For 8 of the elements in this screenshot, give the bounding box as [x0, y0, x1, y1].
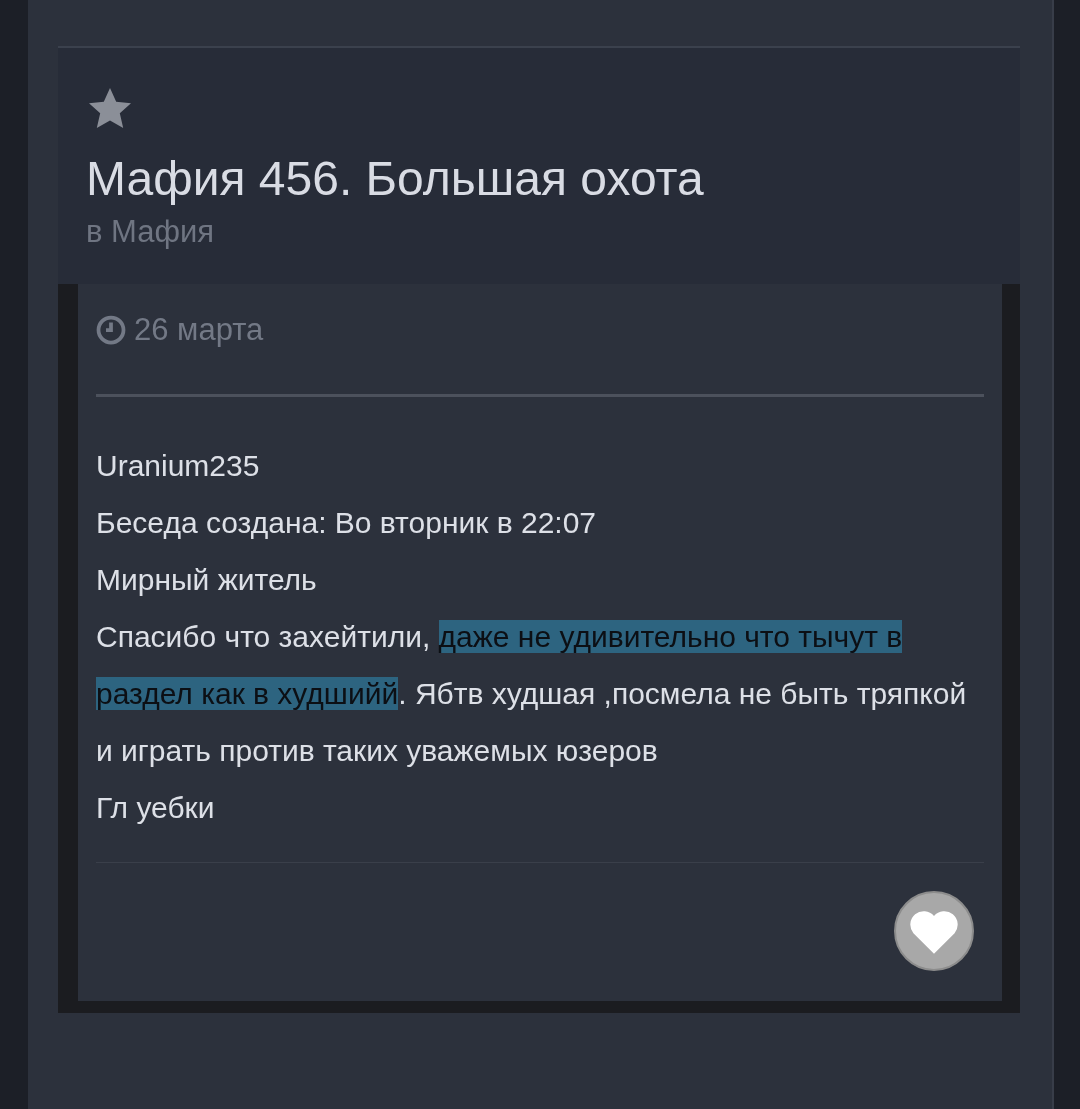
post-text-line: Беседа создана: Во вторник в 22:07 — [96, 504, 598, 541]
topic-title: Мафия 456. Большая охота — [86, 151, 705, 207]
post-text-line: Мирный житель — [96, 561, 318, 598]
post-date: 26 марта — [134, 311, 264, 348]
post-text-line: Uranium235 — [96, 447, 261, 484]
section-link[interactable]: в Мафия — [86, 213, 992, 250]
clock-icon — [96, 314, 126, 345]
post-text-line: Гл уебки — [96, 789, 216, 826]
